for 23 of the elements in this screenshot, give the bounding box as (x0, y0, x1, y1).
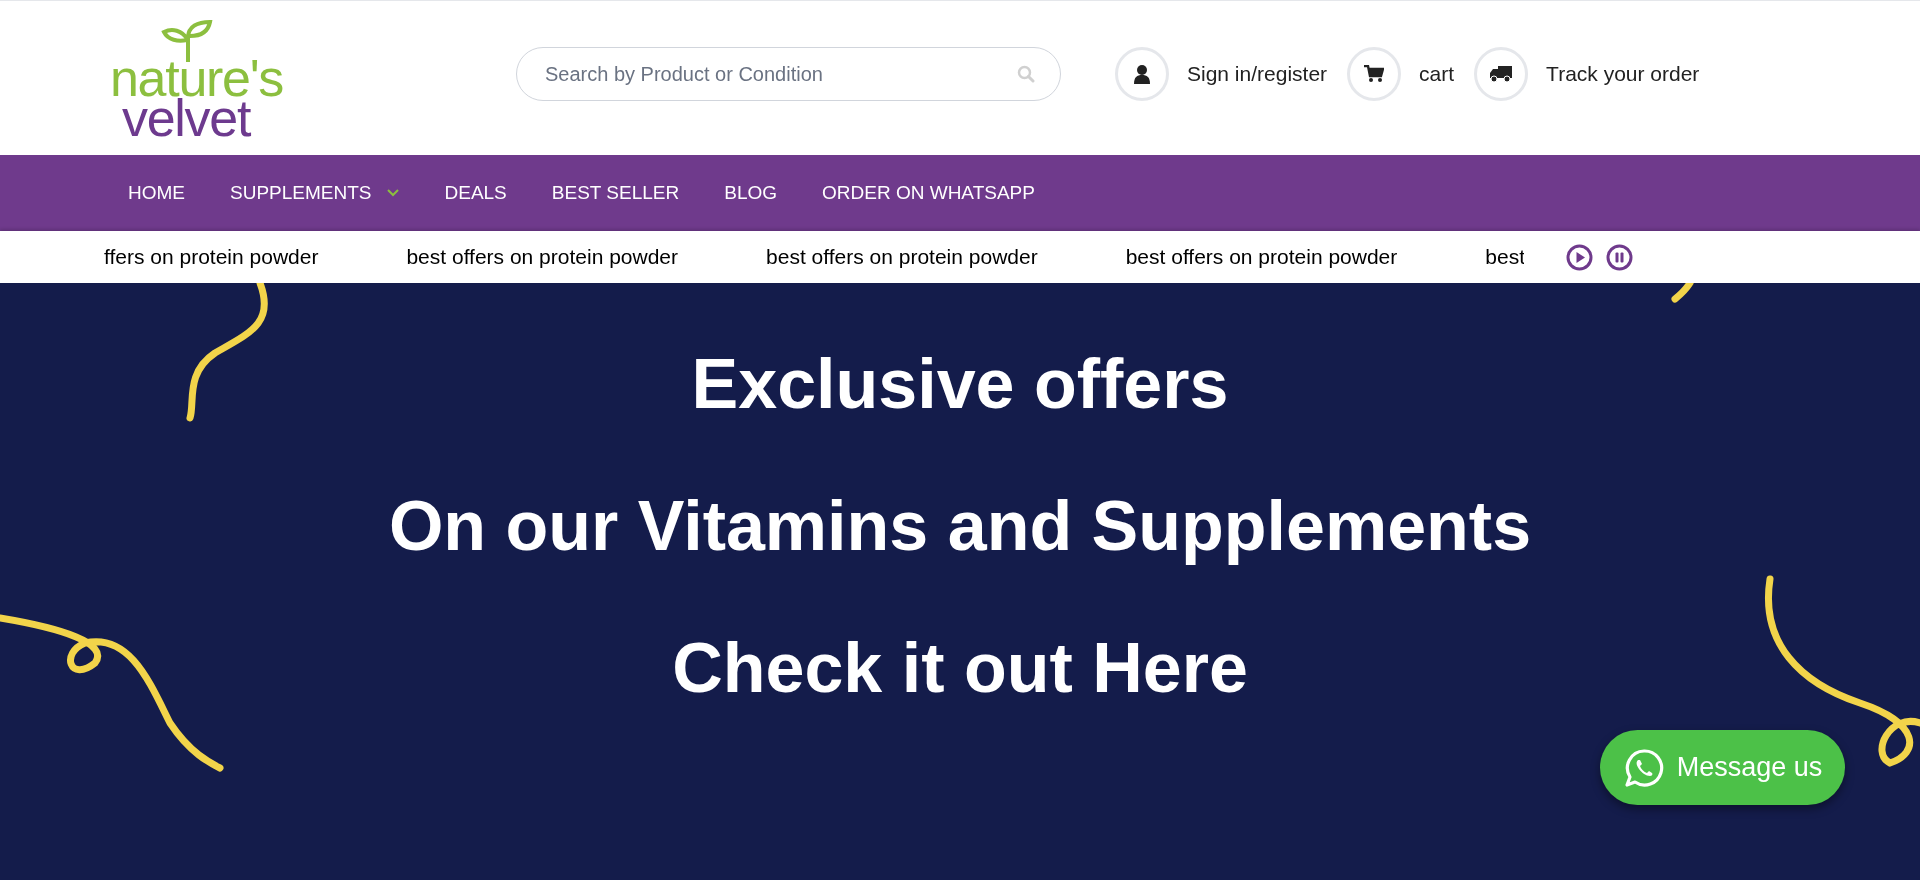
ticker-text: ffers on protein powder (104, 244, 319, 271)
ticker-text: best (1485, 244, 1524, 271)
nav-item[interactable]: BLOG (724, 178, 778, 208)
nav-item[interactable]: HOME (128, 178, 185, 208)
ticker-text: best offers on protein powder (1125, 244, 1398, 271)
truck-icon (1490, 65, 1513, 83)
nav-item[interactable]: DEALS (444, 178, 507, 208)
banner-heading: Check it out Here (672, 633, 1248, 703)
search-field[interactable]: Search by Product or Condition (516, 47, 1061, 101)
cart-icon (1364, 65, 1385, 83)
user-icon (1133, 64, 1151, 84)
nav-item[interactable]: ORDER ON WHATSAPP (822, 178, 1035, 208)
header-link[interactable]: cart (1419, 58, 1455, 90)
pause-icon[interactable] (1606, 243, 1633, 271)
header-link[interactable]: Sign in/register (1187, 58, 1328, 90)
banner-heading: Exclusive offers (691, 349, 1229, 419)
whatsapp-icon (1622, 746, 1665, 789)
nav-item[interactable]: SUPPLEMENTS (230, 178, 400, 208)
play-icon[interactable] (1566, 243, 1593, 271)
ticker-text: best offers on protein powder (406, 244, 679, 271)
header-link[interactable]: Track your order (1546, 58, 1700, 90)
ticker-text: best offers on protein powder (766, 244, 1038, 271)
nav-item[interactable]: BEST SELLER (551, 178, 680, 208)
